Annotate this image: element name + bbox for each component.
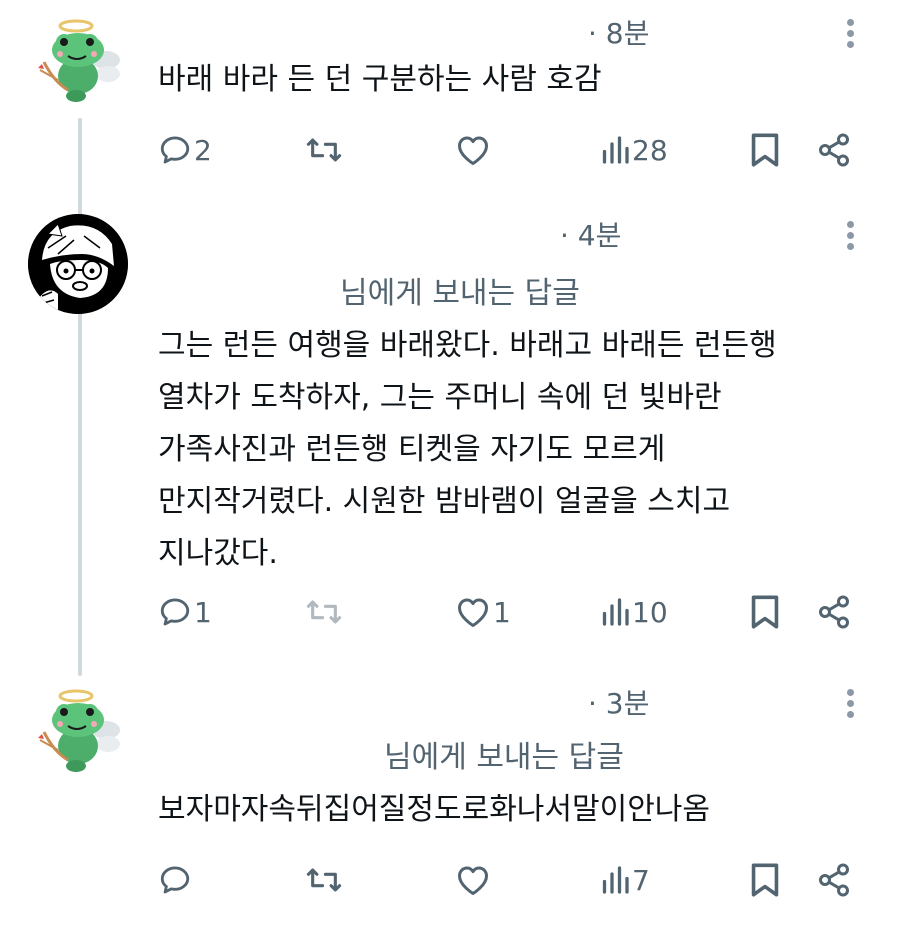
action-bar: 1 1 10 bbox=[0, 592, 900, 632]
views-button[interactable]: 7 bbox=[600, 860, 650, 900]
post-text: 보자마자속뒤집어질정도로화나서말이안나옴 bbox=[158, 792, 710, 827]
action-bar: 7 bbox=[0, 860, 900, 900]
repost-arrows-icon bbox=[306, 868, 342, 892]
view-count: 10 bbox=[632, 595, 668, 629]
speech-bubble-icon bbox=[160, 598, 190, 626]
repost-button[interactable] bbox=[304, 860, 344, 900]
replying-to-label[interactable]: 님에게 보내는 답글 bbox=[384, 732, 624, 776]
more-options-icon[interactable] bbox=[840, 218, 860, 258]
view-count: 28 bbox=[632, 133, 668, 167]
share-button[interactable] bbox=[816, 130, 852, 170]
more-options-icon[interactable] bbox=[840, 16, 860, 56]
bar-chart-icon bbox=[602, 136, 629, 164]
view-count: 7 bbox=[632, 863, 650, 897]
bar-chart-icon bbox=[602, 866, 629, 894]
avatar-frog-angel[interactable] bbox=[28, 14, 128, 114]
post-timestamp[interactable]: · 8분 bbox=[588, 12, 649, 52]
bookmark-icon bbox=[751, 863, 779, 897]
share-button[interactable] bbox=[816, 592, 852, 632]
share-icon bbox=[819, 133, 849, 167]
reply-button[interactable] bbox=[158, 860, 192, 900]
speech-bubble-icon bbox=[160, 136, 190, 164]
heart-icon bbox=[458, 598, 488, 627]
bookmark-button[interactable] bbox=[750, 130, 780, 170]
avatar-frog-angel[interactable] bbox=[28, 684, 128, 784]
share-icon bbox=[819, 595, 849, 629]
speech-bubble-icon bbox=[160, 866, 190, 894]
post-text: 바래 바라 든 던 구분하는 사람 호감 bbox=[158, 62, 602, 97]
views-button[interactable]: 28 bbox=[600, 130, 668, 170]
bar-chart-icon bbox=[602, 598, 629, 626]
avatar-sketch-character[interactable] bbox=[28, 214, 128, 314]
repost-button[interactable] bbox=[304, 592, 344, 632]
post-timestamp[interactable]: · 4분 bbox=[560, 214, 621, 254]
share-icon bbox=[819, 863, 849, 897]
share-button[interactable] bbox=[816, 860, 852, 900]
repost-arrows-icon bbox=[306, 600, 342, 624]
like-button[interactable] bbox=[455, 130, 491, 170]
heart-icon bbox=[458, 866, 488, 895]
bookmark-button[interactable] bbox=[750, 860, 780, 900]
more-options-icon[interactable] bbox=[840, 686, 860, 726]
reply-button[interactable]: 1 bbox=[158, 592, 212, 632]
bookmark-icon bbox=[751, 133, 779, 167]
repost-button[interactable] bbox=[304, 130, 344, 170]
post-1[interactable]: · 8분 바래 바라 든 던 구분하는 사람 호감 2 28 bbox=[0, 0, 900, 200]
views-button[interactable]: 10 bbox=[600, 592, 668, 632]
bookmark-button[interactable] bbox=[750, 592, 780, 632]
replying-to-label[interactable]: 님에게 보내는 답글 bbox=[340, 268, 580, 312]
repost-arrows-icon bbox=[306, 138, 342, 162]
reply-count: 2 bbox=[194, 133, 212, 167]
action-bar: 2 28 bbox=[0, 130, 900, 170]
like-button[interactable] bbox=[455, 860, 491, 900]
like-count: 1 bbox=[493, 595, 511, 629]
reply-count: 1 bbox=[194, 595, 212, 629]
post-3[interactable]: · 3분 님에게 보내는 답글 보자마자속뒤집어질정도로화나서말이안나옴 7 bbox=[0, 670, 900, 944]
like-button[interactable]: 1 bbox=[455, 592, 511, 632]
bookmark-icon bbox=[751, 595, 779, 629]
post-text: 그는 런든 여행을 바래왔다. 바래고 바래든 런든행 열차가 도착하자, 그는… bbox=[158, 328, 777, 571]
heart-icon bbox=[458, 136, 488, 165]
post-timestamp[interactable]: · 3분 bbox=[588, 682, 649, 722]
reply-button[interactable]: 2 bbox=[158, 130, 212, 170]
post-2[interactable]: · 4분 님에게 보내는 답글 그는 런든 여행을 바래왔다. 바래고 바래든 … bbox=[0, 200, 900, 670]
